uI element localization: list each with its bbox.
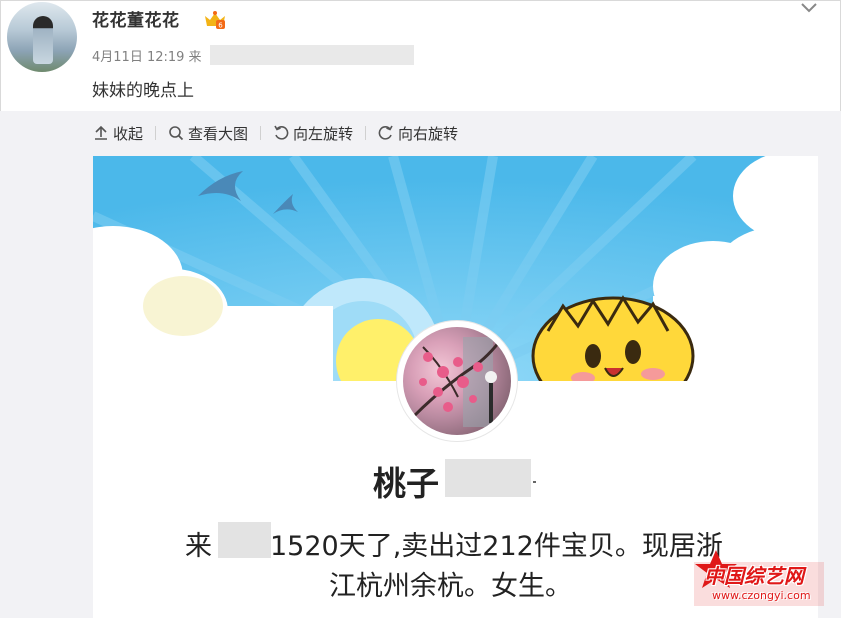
- shop-description-line2: 江杭州余杭。女生。: [329, 571, 572, 602]
- desc-line1-rest: 1520天了,卖出过212件宝贝。现居浙: [270, 531, 723, 562]
- rotate-left-button[interactable]: 向左旋转: [273, 123, 353, 144]
- rotate-right-label: 向右旋转: [398, 124, 459, 143]
- rotate-right-icon: [378, 125, 393, 140]
- avatar-person-figure: [33, 16, 53, 64]
- username[interactable]: 花花董花花: [92, 6, 180, 31]
- crown-badge-icon[interactable]: 6: [203, 10, 227, 30]
- desc-prefix: 来: [185, 531, 212, 562]
- redacted-shop-name: [445, 459, 531, 497]
- watermark-url: www.czongyi.com: [712, 589, 811, 602]
- post-text: 妹妹的晚点上: [92, 81, 194, 101]
- shop-name: 桃子: [373, 464, 439, 503]
- shop-avatar[interactable]: [397, 321, 517, 441]
- post-timestamp[interactable]: 4月11日 12:19 来: [92, 46, 202, 65]
- redacted-platform: [218, 522, 271, 558]
- user-avatar[interactable]: [7, 2, 77, 72]
- arrow-up-icon: [95, 125, 107, 140]
- view-large-label: 查看大图: [188, 124, 249, 143]
- collapse-label: 收起: [113, 124, 144, 143]
- collapse-button[interactable]: 收起: [93, 123, 143, 144]
- plum-blossom-photo: [403, 327, 511, 435]
- toolbar-divider: [365, 126, 367, 140]
- rotate-left-label: 向左旋转: [293, 124, 354, 143]
- toolbar-divider: [260, 126, 262, 140]
- watermark-title: 中国综艺网: [704, 564, 804, 588]
- rotate-left-icon: [274, 125, 289, 140]
- view-large-button[interactable]: 查看大图: [168, 123, 248, 144]
- redacted-source: [210, 45, 414, 65]
- rotate-right-button[interactable]: 向右旋转: [378, 123, 458, 144]
- name-dot: [533, 481, 536, 483]
- svg-text:6: 6: [218, 22, 223, 30]
- plum-blossom-image: [411, 336, 505, 427]
- search-icon: [169, 126, 184, 141]
- toolbar-divider: [155, 126, 157, 140]
- chevron-down-icon[interactable]: [798, 0, 820, 16]
- image-toolbar: 收起 查看大图 向左旋转 向右旋转: [93, 120, 458, 146]
